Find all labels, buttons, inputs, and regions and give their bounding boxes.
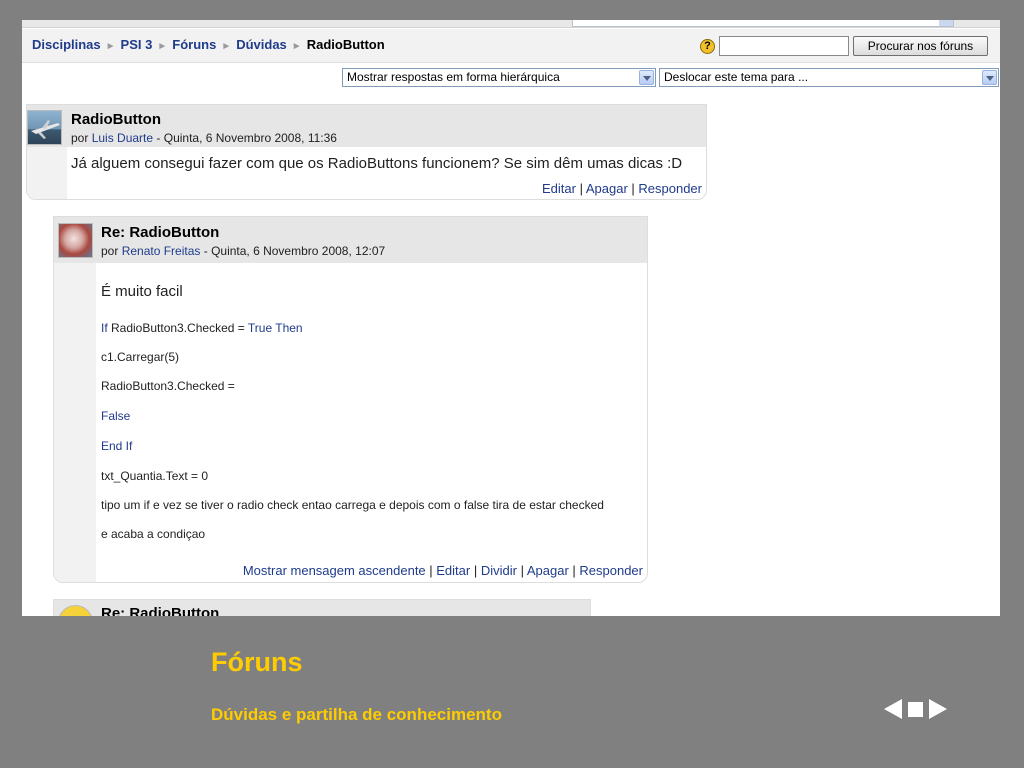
reply-link[interactable]: Responder	[579, 563, 643, 578]
author-avatar[interactable]	[58, 605, 93, 616]
forum-post: RadioButton por Luis Duarte - Quinta, 6 …	[26, 104, 707, 200]
breadcrumb-separator-icon: ►	[221, 41, 232, 52]
code-text: RadioButton3.Checked =	[107, 321, 248, 335]
byline-prefix: por	[71, 131, 89, 145]
message-line: e acaba a condiçao	[101, 527, 206, 541]
author-avatar[interactable]	[58, 223, 93, 258]
message-line: É muito facil	[101, 283, 183, 300]
message-line: False	[101, 409, 131, 423]
breadcrumb-current: RadioButton	[306, 37, 385, 52]
message-line: If RadioButton3.Checked = True Then	[101, 321, 303, 335]
post-side-column	[27, 147, 67, 199]
breadcrumb-separator-icon: ►	[157, 41, 168, 52]
post-commands: Editar | Apagar | Responder	[542, 181, 702, 196]
forum-search-input[interactable]	[719, 36, 849, 56]
post-date: - Quinta, 6 Novembro 2008, 12:07	[203, 244, 386, 258]
forum-post: Re: RadioButton	[53, 599, 591, 616]
post-message: Já alguem consegui fazer com que os Radi…	[71, 155, 683, 172]
forum-post: Re: RadioButton por Renato Freitas - Qui…	[53, 216, 648, 583]
message-line: RadioButton3.Checked =	[101, 379, 235, 393]
help-icon[interactable]: ?	[700, 39, 715, 54]
navigation-bar: Disciplinas ► PSI 3 ► Fóruns ► Dúvidas ► RadioBu…	[22, 29, 1000, 63]
breadcrumb-foruns[interactable]: Fóruns	[172, 37, 216, 52]
split-link[interactable]: Dividir	[481, 563, 517, 578]
message-line: txt_Quantia.Text = 0	[101, 469, 209, 483]
post-subject: Re: RadioButton	[101, 224, 220, 241]
post-side-column	[54, 263, 96, 582]
author-avatar[interactable]	[27, 110, 62, 145]
author-link[interactable]: Luis Duarte	[92, 131, 153, 145]
search-forums-button[interactable]: Procurar nos fóruns	[853, 36, 988, 56]
slide-navigation	[884, 697, 954, 721]
previous-arrow-icon[interactable]	[884, 699, 902, 719]
breadcrumb: Disciplinas ► PSI 3 ► Fóruns ► Dúvidas ► RadioBu…	[32, 37, 385, 52]
byline-prefix: por	[101, 244, 119, 258]
delete-link[interactable]: Apagar	[586, 181, 628, 196]
dropdown-arrow-icon[interactable]	[639, 70, 654, 85]
post-header: RadioButton por Luis Duarte - Quinta, 6 …	[27, 105, 706, 147]
slide-title: Fóruns	[211, 647, 303, 677]
message-line: tipo um if e vez se tiver o radio check …	[101, 498, 604, 512]
breadcrumb-separator-icon: ►	[105, 41, 116, 52]
post-header: Re: RadioButton	[54, 600, 590, 616]
display-mode-value: Mostrar respostas em forma hierárquica	[347, 70, 560, 84]
cut-off-field	[572, 20, 954, 27]
move-topic-select[interactable]: Deslocar este tema para ...	[659, 68, 999, 87]
dropdown-arrow-icon[interactable]	[982, 70, 997, 85]
edit-link[interactable]: Editar	[436, 563, 470, 578]
delete-link[interactable]: Apagar	[527, 563, 569, 578]
move-topic-value: Deslocar este tema para ...	[664, 70, 809, 84]
airplane-icon	[31, 120, 60, 139]
code-keyword: True Then	[247, 321, 303, 335]
display-mode-select[interactable]: Mostrar respostas em forma hierárquica	[342, 68, 656, 87]
post-byline: por Renato Freitas - Quinta, 6 Novembro …	[101, 244, 385, 258]
breadcrumb-disciplinas[interactable]: Disciplinas	[32, 37, 101, 52]
post-byline: por Luis Duarte - Quinta, 6 Novembro 200…	[71, 131, 337, 145]
author-link[interactable]: Renato Freitas	[122, 244, 201, 258]
post-subject: RadioButton	[71, 111, 161, 128]
message-line: c1.Carregar(5)	[101, 350, 180, 364]
next-arrow-icon[interactable]	[929, 699, 947, 719]
breadcrumb-psi3[interactable]: PSI 3	[121, 37, 153, 52]
breadcrumb-separator-icon: ►	[291, 41, 302, 52]
stop-square-icon[interactable]	[908, 702, 923, 717]
post-subject: Re: RadioButton	[101, 605, 220, 616]
code-keyword: If	[101, 321, 108, 335]
breadcrumb-duvidas[interactable]: Dúvidas	[236, 37, 287, 52]
top-strip	[22, 20, 1000, 28]
slide-subtitle: Dúvidas e partilha de conhecimento	[211, 705, 502, 724]
show-parent-link[interactable]: Mostrar mensagem ascendente	[243, 563, 426, 578]
reply-link[interactable]: Responder	[638, 181, 702, 196]
post-commands: Mostrar mensagem ascendente | Editar | D…	[242, 563, 643, 578]
browser-screenshot: Disciplinas ► PSI 3 ► Fóruns ► Dúvidas ► RadioBu…	[22, 20, 1000, 616]
post-date: - Quinta, 6 Novembro 2008, 11:36	[156, 131, 337, 145]
message-line: End If	[101, 439, 133, 453]
edit-link[interactable]: Editar	[542, 181, 576, 196]
post-header: Re: RadioButton por Renato Freitas - Qui…	[54, 217, 647, 263]
discussion-controls: Mostrar respostas em forma hierárquica D…	[22, 64, 1000, 90]
